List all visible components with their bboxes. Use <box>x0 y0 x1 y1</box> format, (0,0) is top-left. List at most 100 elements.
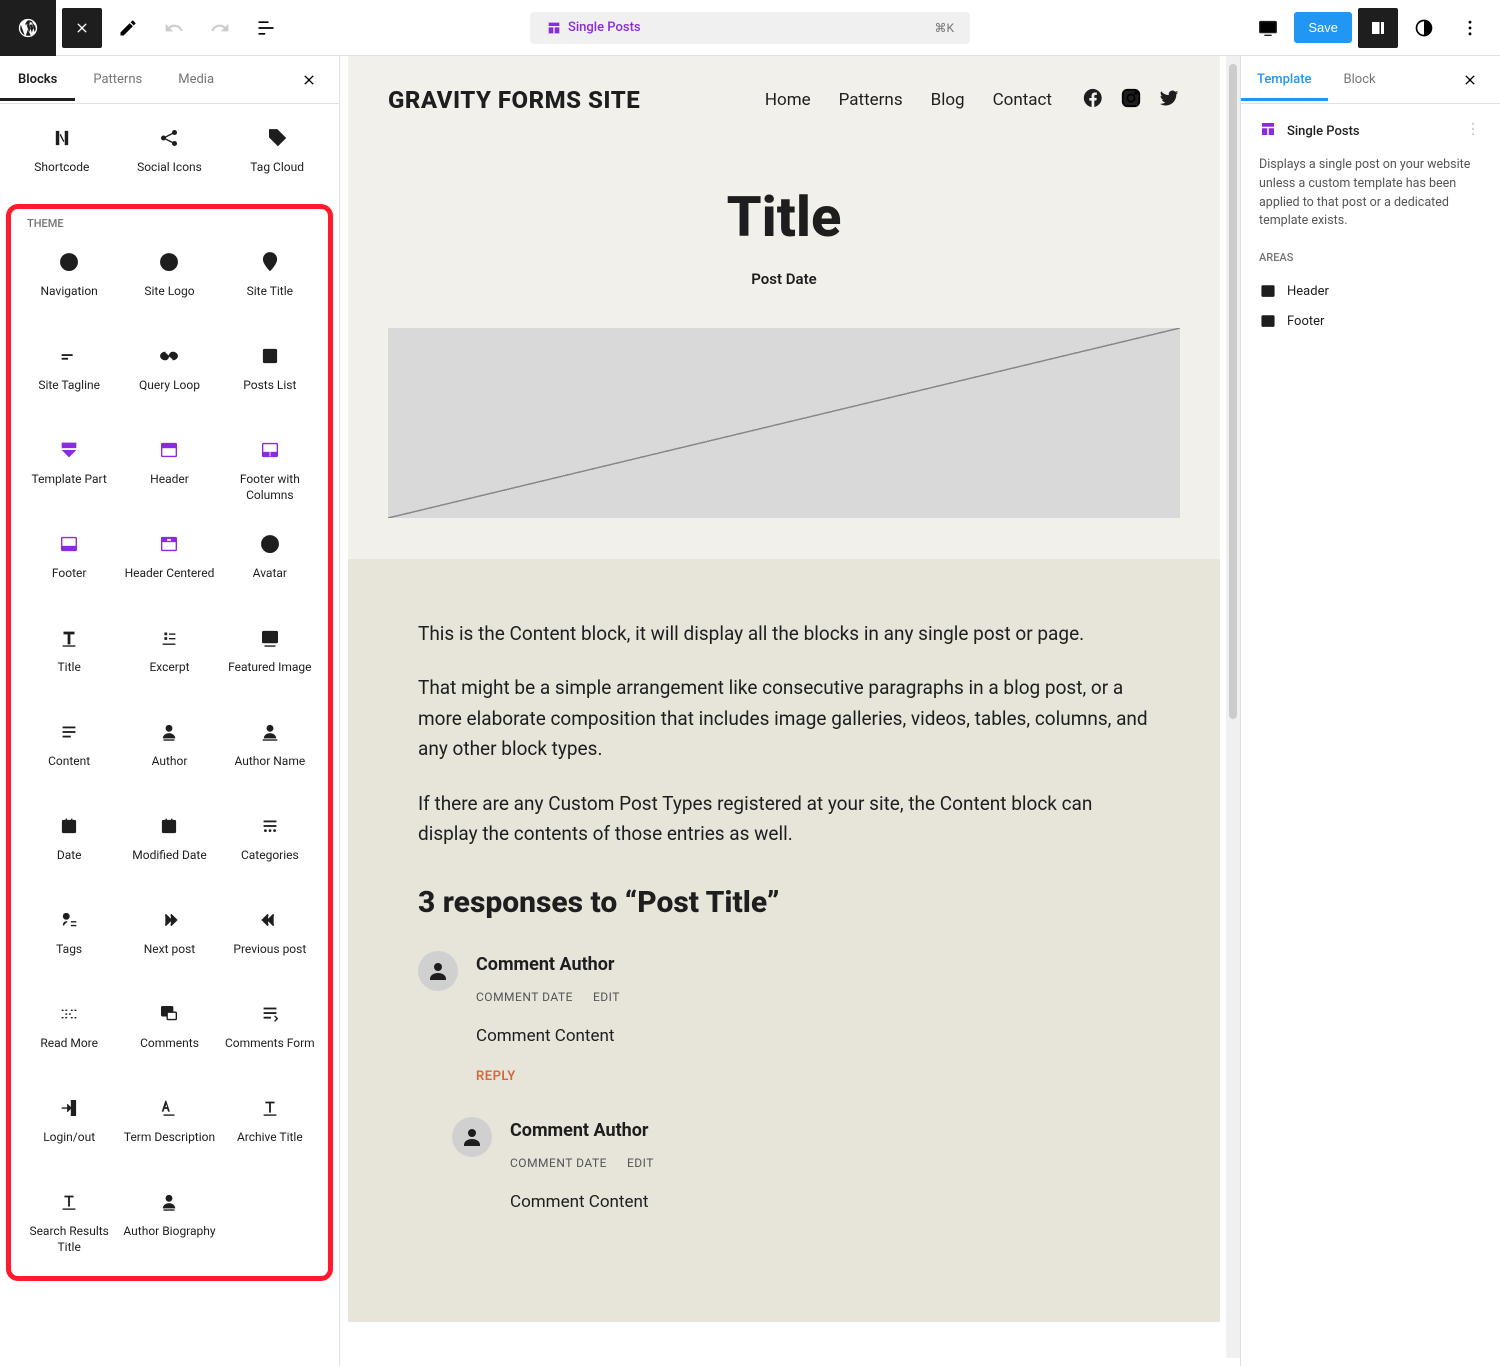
close-settings-button[interactable] <box>1450 60 1490 100</box>
block-label: Navigation <box>41 284 98 300</box>
svg-text:?: ? <box>68 825 71 833</box>
block-content[interactable]: Content <box>19 708 119 798</box>
block-footer-with-columns[interactable]: Footer with Columns <box>220 426 320 516</box>
block-label: Shortcode <box>34 160 89 176</box>
block-author-name[interactable]: Author Name <box>220 708 320 798</box>
post-header[interactable]: Title Post Date <box>348 144 1220 328</box>
tab-block[interactable]: Block <box>1328 58 1392 101</box>
block-author-biography[interactable]: Author Biography <box>119 1178 219 1268</box>
reply-link[interactable]: REPLY <box>476 1067 1150 1088</box>
block-author[interactable]: Author <box>119 708 219 798</box>
next-post-icon <box>157 908 181 932</box>
options-button[interactable] <box>1450 8 1490 48</box>
block-label: Template Part <box>32 472 107 488</box>
nav-contact[interactable]: Contact <box>993 90 1052 110</box>
comment-content: Comment Content <box>510 1189 1150 1216</box>
block-categories[interactable]: Categories <box>220 802 320 892</box>
featured-image-placeholder[interactable] <box>388 328 1180 518</box>
block-header-centered[interactable]: Header Centered <box>119 520 219 610</box>
nav-blog[interactable]: Blog <box>931 90 965 110</box>
instagram-icon[interactable] <box>1120 87 1142 113</box>
block-title[interactable]: Title <box>19 614 119 704</box>
block-search-results-title[interactable]: Search Results Title <box>19 1178 119 1268</box>
comments-form-icon <box>258 1002 282 1026</box>
block-date[interactable]: ?Date <box>19 802 119 892</box>
comment-item-nested[interactable]: Comment Author COMMENT DATE EDIT Comment… <box>452 1117 1150 1232</box>
list-view-button[interactable] <box>246 8 286 48</box>
area-footer[interactable]: Footer <box>1259 306 1482 336</box>
editor-canvas: GRAVITY FORMS SITE Home Patterns Blog Co… <box>340 56 1240 1366</box>
template-part-icon <box>57 438 81 462</box>
block-site-logo[interactable]: Site Logo <box>119 238 219 328</box>
block-avatar[interactable]: Avatar <box>220 520 320 610</box>
block-comments[interactable]: Comments <box>119 990 219 1080</box>
block-social-icons[interactable]: Social Icons <box>116 114 224 204</box>
settings-sidebar-button[interactable] <box>1358 8 1398 48</box>
block-tag-cloud[interactable]: Tag Cloud <box>223 114 331 204</box>
block-label: Comments Form <box>225 1036 315 1052</box>
tab-template[interactable]: Template <box>1241 58 1328 101</box>
block-previous-post[interactable]: Previous post <box>220 896 320 986</box>
twitter-icon[interactable] <box>1158 87 1180 113</box>
block-modified-date[interactable]: ?Modified Date <box>119 802 219 892</box>
block-header[interactable]: Header <box>119 426 219 516</box>
tab-media[interactable]: Media <box>160 58 232 101</box>
block-posts-list[interactable]: Posts List <box>220 332 320 422</box>
facebook-icon[interactable] <box>1082 87 1104 113</box>
nav-home[interactable]: Home <box>765 90 811 110</box>
block-shortcode[interactable]: Shortcode <box>8 114 116 204</box>
area-header[interactable]: Header <box>1259 276 1482 306</box>
modified-date-icon: ? <box>157 814 181 838</box>
nav-patterns[interactable]: Patterns <box>839 90 903 110</box>
block-template-part[interactable]: Template Part <box>19 426 119 516</box>
tab-blocks[interactable]: Blocks <box>0 58 75 101</box>
comment-edit-link[interactable]: EDIT <box>593 988 620 1007</box>
footer-icon <box>57 532 81 556</box>
block-label: Archive Title <box>237 1130 303 1146</box>
redo-button[interactable] <box>200 8 240 48</box>
block-site-tagline[interactable]: Site Tagline <box>19 332 119 422</box>
comment-edit-link[interactable]: EDIT <box>627 1154 654 1173</box>
posts-list-icon <box>258 344 282 368</box>
site-title[interactable]: GRAVITY FORMS SITE <box>388 86 640 114</box>
close-inserter-button[interactable] <box>289 60 329 100</box>
tagline-icon <box>57 344 81 368</box>
login-icon <box>57 1096 81 1120</box>
author-icon <box>157 720 181 744</box>
block-navigation[interactable]: Navigation <box>19 238 119 328</box>
block-site-title[interactable]: Site Title <box>220 238 320 328</box>
comments-title[interactable]: 3 responses to “Post Title” <box>418 879 1150 927</box>
document-bar[interactable]: Single Posts ⌘K <box>530 12 970 44</box>
block-query-loop[interactable]: Query Loop <box>119 332 219 422</box>
block-excerpt[interactable]: Excerpt <box>119 614 219 704</box>
post-date[interactable]: Post Date <box>388 270 1180 288</box>
block-login-out[interactable]: Login/out <box>19 1084 119 1174</box>
block-featured-image[interactable]: Featured Image <box>220 614 320 704</box>
block-tags[interactable]: Tags <box>19 896 119 986</box>
tab-patterns[interactable]: Patterns <box>75 58 160 101</box>
site-nav: Home Patterns Blog Contact <box>765 90 1052 110</box>
edit-tool-button[interactable] <box>108 8 148 48</box>
keyboard-shortcut: ⌘K <box>934 21 954 35</box>
block-read-more[interactable]: Read More <box>19 990 119 1080</box>
styles-button[interactable] <box>1404 8 1444 48</box>
close-button[interactable] <box>62 8 102 48</box>
comment-item[interactable]: Comment Author COMMENT DATE EDIT Comment… <box>418 951 1150 1087</box>
block-next-post[interactable]: Next post <box>119 896 219 986</box>
block-comments-form[interactable]: Comments Form <box>220 990 320 1080</box>
block-label: Avatar <box>253 566 287 582</box>
block-term-description[interactable]: Term Description <box>119 1084 219 1174</box>
undo-button[interactable] <box>154 8 194 48</box>
more-icon[interactable] <box>1464 120 1482 142</box>
map-pin-icon <box>258 250 282 274</box>
wordpress-logo[interactable] <box>0 0 56 56</box>
block-archive-title[interactable]: Archive Title <box>220 1084 320 1174</box>
save-button[interactable]: Save <box>1294 12 1352 43</box>
view-button[interactable] <box>1248 8 1288 48</box>
post-title[interactable]: Title <box>388 184 1180 250</box>
top-toolbar: Single Posts ⌘K Save <box>0 0 1500 56</box>
post-content[interactable]: This is the Content block, it will displ… <box>348 559 1220 1322</box>
block-footer[interactable]: Footer <box>19 520 119 610</box>
comments-icon <box>157 1002 181 1026</box>
site-header[interactable]: GRAVITY FORMS SITE Home Patterns Blog Co… <box>348 56 1220 144</box>
